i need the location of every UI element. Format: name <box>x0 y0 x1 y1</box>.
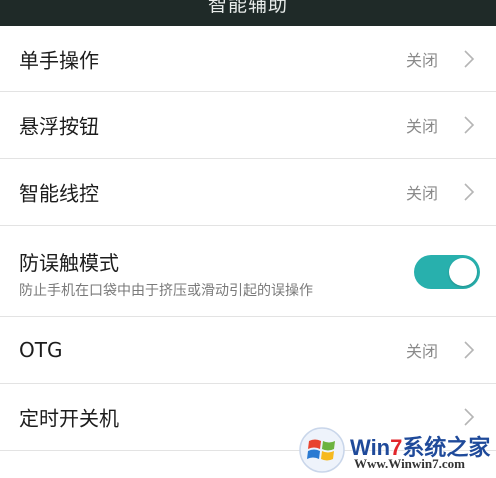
setting-anti-touch: 防误触模式 防止手机在口袋中由于挤压或滑动引起的误操作 <box>0 226 496 317</box>
setting-label: OTG <box>19 338 63 362</box>
anti-touch-toggle[interactable] <box>414 255 480 289</box>
chevron-right-icon <box>464 116 475 134</box>
top-bar: 智能辅助 <box>0 0 496 26</box>
setting-value: 关闭 <box>405 50 438 70</box>
setting-smart-control[interactable]: 智能线控 关闭 <box>0 159 496 226</box>
chevron-right-icon <box>464 341 475 359</box>
setting-label: 智能线控 <box>19 181 99 206</box>
setting-value: 关闭 <box>405 117 438 136</box>
setting-one-hand[interactable]: 单手操作 关闭 <box>0 26 496 92</box>
chevron-right-icon <box>464 49 475 68</box>
page-title: 智能辅助 <box>207 0 288 16</box>
setting-otg[interactable]: OTG 关闭 <box>0 317 496 384</box>
setting-label: 定时开关机 <box>19 406 119 431</box>
settings-screen: 智能辅助 单手操作 关闭 悬浮按钮 关闭 智能线控 关闭 防误触模式 防止手机在… <box>0 0 496 478</box>
settings-list: 单手操作 关闭 悬浮按钮 关闭 智能线控 关闭 防误触模式 防止手机在口袋中由于… <box>0 26 496 451</box>
setting-description: 防止手机在口袋中由于挤压或滑动引起的误操作 <box>19 283 313 299</box>
watermark-url: Www.Winwin7.com <box>354 456 465 471</box>
setting-label: 悬浮按钮 <box>19 114 99 139</box>
windows-logo-icon <box>299 427 345 473</box>
setting-value: 关闭 <box>405 184 438 203</box>
watermark: Win7系统之家 Www.Winwin7.com <box>298 424 494 476</box>
toggle-knob <box>449 258 477 286</box>
setting-label: 单手操作 <box>19 48 99 72</box>
setting-value: 关闭 <box>405 342 438 361</box>
setting-float-button[interactable]: 悬浮按钮 关闭 <box>0 92 496 159</box>
setting-label: 防误触模式 <box>19 251 119 275</box>
chevron-right-icon <box>464 183 475 201</box>
